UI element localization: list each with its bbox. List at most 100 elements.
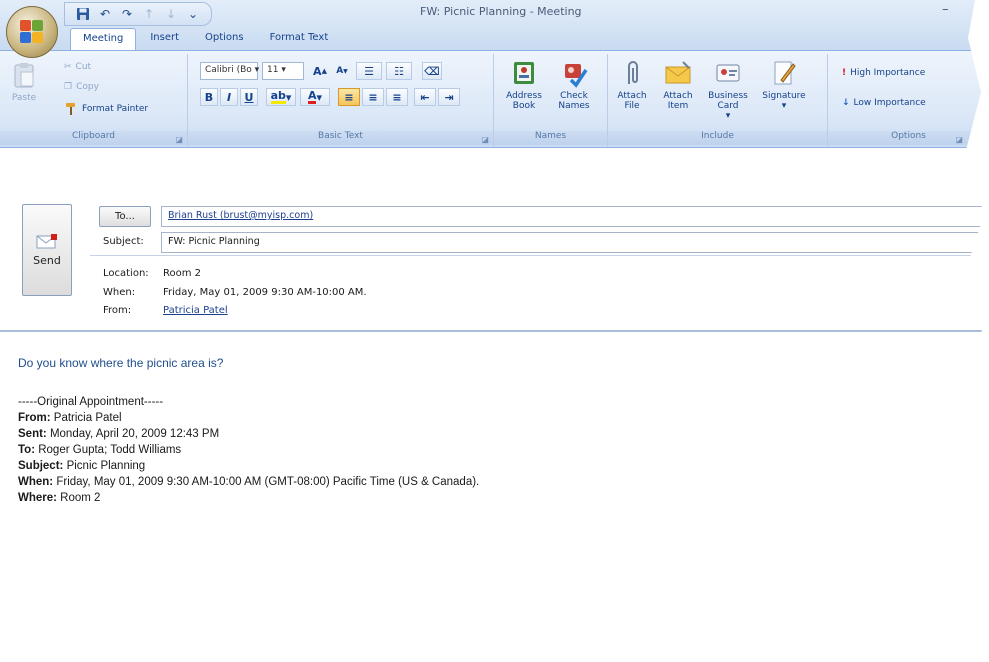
when-label: When: — [103, 287, 136, 298]
ribbon: Paste ✂ Cut ❐ Copy Format Painter Clipboar… — [0, 50, 984, 148]
dropdown-arrow-icon: ▾ — [725, 111, 731, 121]
numbering-button[interactable]: ☷ — [386, 62, 412, 80]
options-group: ! High Importance ↓ Low Importance Optio… — [828, 54, 984, 147]
attach-item-button[interactable]: Attach Item — [656, 58, 700, 111]
send-button[interactable]: Send — [22, 204, 72, 296]
basic-text-launcher-icon[interactable]: ◪ — [481, 135, 489, 144]
align-center-button[interactable]: ≡ — [362, 88, 384, 106]
check-names-label: Check Names — [558, 91, 590, 111]
names-group: Address Book Check Names Names — [494, 54, 608, 147]
original-to-label: To: — [18, 444, 36, 456]
tab-meeting[interactable]: Meeting — [70, 28, 137, 51]
high-importance-button[interactable]: ! High Importance — [842, 68, 925, 78]
bold-button[interactable]: B — [200, 88, 218, 106]
message-question: Do you know where the picnic area is? — [18, 356, 224, 370]
tab-options[interactable]: Options — [193, 28, 256, 50]
original-to-line: To: Roger Gupta; Todd Williams — [18, 442, 918, 458]
business-card-label: Business Card — [708, 91, 748, 111]
copy-label: Copy — [76, 82, 99, 92]
to-field[interactable]: Brian Rust (brust@myisp.com) — [161, 206, 984, 227]
clipboard-launcher-icon[interactable]: ◪ — [175, 135, 183, 144]
location-label: Location: — [103, 268, 149, 279]
when-value: Friday, May 01, 2009 9:30 AM-10:00 AM. — [163, 287, 367, 298]
save-icon[interactable] — [75, 6, 91, 22]
align-center-icon: ≡ — [368, 90, 378, 104]
grow-font-label: A — [313, 64, 322, 78]
check-names-button[interactable]: Check Names — [552, 58, 596, 111]
italic-button[interactable]: I — [220, 88, 238, 106]
italic-label: I — [226, 90, 232, 104]
decrease-indent-button[interactable]: ⇤ — [414, 88, 436, 106]
shrink-font-label: A — [336, 66, 344, 76]
highlighter-icon: ab — [270, 88, 286, 104]
to-recipient[interactable]: Brian Rust (brust@myisp.com) — [168, 210, 313, 221]
original-where-label: Where: — [18, 492, 57, 504]
basic-text-group: Calibri (Bo ▾ 11 ▾ A ▲ A ▼ ☰ ☷ ⌫ B I U ab ▾… — [188, 54, 494, 147]
office-button[interactable] — [6, 6, 58, 58]
increase-indent-icon: ⇥ — [444, 90, 454, 104]
original-subject-value: Picnic Planning — [63, 460, 146, 472]
font-name-combo[interactable]: Calibri (Bo ▾ — [200, 62, 259, 80]
original-sent-line: Sent: Monday, April 20, 2009 12:43 PM — [18, 426, 918, 442]
divider — [0, 330, 984, 332]
underline-button[interactable]: U — [240, 88, 258, 106]
bullets-button[interactable]: ☰ — [356, 62, 382, 80]
signature-button[interactable]: Signature ▾ — [756, 58, 812, 111]
copy-icon: ❐ — [64, 82, 73, 92]
attach-file-button[interactable]: Attach File — [610, 58, 654, 111]
address-book-button[interactable]: Address Book — [502, 58, 546, 111]
original-sent-value: Monday, April 20, 2009 12:43 PM — [46, 428, 220, 440]
paste-button[interactable]: Paste — [6, 60, 42, 103]
from-value[interactable]: Patricia Patel — [163, 305, 228, 316]
align-left-button[interactable]: ≡ — [338, 88, 360, 106]
tab-format-text[interactable]: Format Text — [258, 28, 341, 50]
original-when-label: When: — [18, 476, 54, 488]
include-group-label: Include — [608, 131, 827, 145]
next-item-icon[interactable]: ↓ — [163, 6, 179, 22]
copy-button[interactable]: ❐ Copy — [64, 82, 99, 92]
customize-qat-icon[interactable]: ⌄ — [185, 6, 201, 22]
send-envelope-icon — [36, 233, 57, 248]
cut-button[interactable]: ✂ Cut — [64, 62, 91, 72]
shrink-font-button[interactable]: A ▼ — [332, 62, 352, 80]
align-left-icon: ≡ — [344, 90, 354, 104]
to-button[interactable]: To... — [99, 206, 151, 227]
location-value: Room 2 — [163, 268, 202, 279]
clipboard-group-label: Clipboard — [0, 131, 187, 145]
business-card-button[interactable]: Business Card ▾ — [706, 58, 750, 121]
down-arrow-icon: ↓ — [842, 98, 850, 108]
tab-insert[interactable]: Insert — [138, 28, 191, 50]
address-book-label: Address Book — [506, 91, 542, 111]
numbering-icon: ☷ — [394, 64, 404, 78]
paintbrush-icon — [66, 103, 75, 115]
options-launcher-icon[interactable]: ◪ — [955, 135, 963, 144]
font-size-value: 11 — [267, 65, 279, 75]
previous-item-icon[interactable]: ↑ — [141, 6, 157, 22]
font-color-button[interactable]: A ▾ — [300, 88, 330, 106]
basic-text-group-label: Basic Text — [188, 131, 493, 145]
attach-file-label: Attach File — [617, 91, 647, 111]
message-body[interactable]: Do you know where the picnic area is? --… — [18, 356, 918, 506]
original-sent-label: Sent: — [18, 428, 47, 440]
names-group-label: Names — [494, 131, 607, 145]
original-where-line: Where: Room 2 — [18, 490, 918, 506]
undo-icon[interactable]: ↶ — [97, 6, 113, 22]
minimize-button[interactable]: – — [942, 2, 949, 17]
subject-field[interactable]: FW: Picnic Planning — [161, 232, 984, 253]
grow-font-button[interactable]: A ▲ — [310, 62, 330, 80]
original-subject-line: Subject: Picnic Planning — [18, 458, 918, 474]
decrease-indent-icon: ⇤ — [420, 90, 430, 104]
low-importance-button[interactable]: ↓ Low Importance — [842, 98, 926, 108]
low-importance-label: Low Importance — [853, 98, 926, 108]
signature-label: Signature — [762, 91, 806, 101]
align-right-button[interactable]: ≡ — [386, 88, 408, 106]
redo-icon[interactable]: ↷ — [119, 6, 135, 22]
highlight-button[interactable]: ab ▾ — [266, 88, 296, 106]
original-when-value: Friday, May 01, 2009 9:30 AM-10:00 AM (G… — [53, 476, 480, 488]
original-from-value: Patricia Patel — [50, 412, 122, 424]
font-size-combo[interactable]: 11 ▾ — [262, 62, 304, 80]
increase-indent-button[interactable]: ⇥ — [438, 88, 460, 106]
clear-formatting-button[interactable]: ⌫ — [422, 62, 442, 80]
format-painter-button[interactable]: Format Painter — [64, 102, 148, 116]
include-group: Attach File Attach Item Business Card ▾ … — [608, 54, 828, 147]
